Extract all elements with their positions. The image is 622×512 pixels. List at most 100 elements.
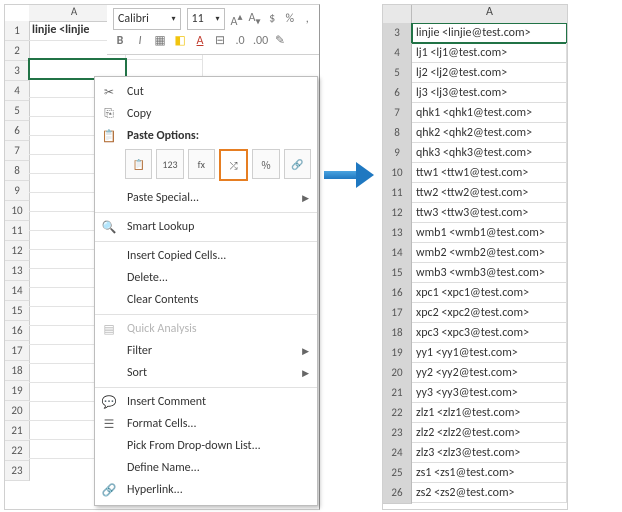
cell[interactable]: wmb2 <wmb2@test.com>	[412, 243, 567, 263]
row-header[interactable]: 5	[383, 63, 412, 84]
paste-option-formulas[interactable]: fx	[188, 149, 215, 179]
cell[interactable]: xpc2 <xpc2@test.com>	[412, 303, 567, 323]
menu-format-cells[interactable]: ☰ Format Cells...	[95, 413, 317, 435]
menu-define-name[interactable]: Define Name...	[95, 457, 317, 479]
cell[interactable]: zlz1 <zlz1@test.com>	[412, 403, 567, 423]
row-header[interactable]: 10	[383, 163, 412, 184]
font-selector[interactable]: Calibri▾	[113, 8, 181, 30]
increase-decimal-icon[interactable]: .00	[253, 34, 267, 48]
row-header[interactable]: 18	[383, 323, 412, 344]
comma-style-icon[interactable]: ,	[302, 12, 314, 26]
cell[interactable]: xpc3 <xpc3@test.com>	[412, 323, 567, 343]
row-header[interactable]: 6	[5, 121, 30, 141]
cell[interactable]: zs2 <zs2@test.com>	[412, 483, 567, 503]
row-header[interactable]: 13	[5, 261, 30, 281]
cell[interactable]: qhk2 <qhk2@test.com>	[412, 123, 567, 143]
row-header[interactable]: 21	[5, 421, 30, 441]
row-header[interactable]: 17	[5, 341, 30, 361]
percent-format-icon[interactable]: %	[284, 12, 296, 26]
row-header[interactable]: 19	[383, 343, 412, 364]
right-grid[interactable]: 3linjie <linjie@test.com>4lj1 <lj1@test.…	[383, 23, 567, 509]
row-header[interactable]: 14	[5, 281, 30, 301]
row-header[interactable]: 15	[5, 301, 30, 321]
paste-option-transpose[interactable]: ⤮	[219, 149, 248, 181]
cell[interactable]: wmb1 <wmb1@test.com>	[412, 223, 567, 243]
row-header[interactable]: 25	[383, 463, 412, 484]
menu-clear-contents[interactable]: Clear Contents	[95, 289, 317, 311]
row-header[interactable]: 22	[5, 441, 30, 461]
row-header[interactable]: 18	[5, 361, 30, 381]
row-header[interactable]: 12	[5, 241, 30, 261]
borders-icon[interactable]: ▦	[153, 33, 167, 48]
row-header[interactable]: 6	[383, 83, 412, 104]
fill-color-icon[interactable]: ◧	[173, 33, 187, 48]
accounting-format-icon[interactable]: $	[266, 12, 278, 26]
row-header[interactable]: 10	[5, 201, 30, 221]
menu-insert-copied[interactable]: Insert Copied Cells...	[95, 245, 317, 267]
cell[interactable]: ttw1 <ttw1@test.com>	[412, 163, 567, 183]
menu-delete[interactable]: Delete...	[95, 267, 317, 289]
row-header[interactable]: 5	[5, 101, 30, 121]
cell[interactable]: lj3 <lj3@test.com>	[412, 83, 567, 103]
cell[interactable]: zs1 <zs1@test.com>	[412, 463, 567, 483]
row-header[interactable]: 7	[383, 103, 412, 124]
row-header[interactable]: 22	[383, 403, 412, 424]
cell[interactable]: zlz3 <zlz3@test.com>	[412, 443, 567, 463]
cell[interactable]: yy1 <yy1@test.com>	[412, 343, 567, 363]
cell[interactable]: lj1 <lj1@test.com>	[412, 43, 567, 63]
row-header[interactable]: 23	[383, 423, 412, 444]
row-header[interactable]: 16	[5, 321, 30, 341]
cell[interactable]: qhk1 <qhk1@test.com>	[412, 103, 567, 123]
row-header[interactable]: 14	[383, 243, 412, 264]
row-header[interactable]: 4	[383, 43, 412, 64]
paste-option-formatting[interactable]: ％	[252, 149, 279, 179]
cell[interactable]: wmb3 <wmb3@test.com>	[412, 263, 567, 283]
cell[interactable]: qhk3 <qhk3@test.com>	[412, 143, 567, 163]
merge-center-icon[interactable]: ⊟	[213, 33, 227, 48]
row-header[interactable]: 24	[383, 443, 412, 464]
row-header[interactable]: 16	[383, 283, 412, 304]
row-header[interactable]: 21	[383, 383, 412, 404]
col-header-a[interactable]: A	[412, 5, 567, 23]
row-header[interactable]: 3	[5, 61, 30, 81]
cell[interactable]: zlz2 <zlz2@test.com>	[412, 423, 567, 443]
menu-filter[interactable]: Filter	[95, 340, 317, 362]
italic-icon[interactable]: I	[133, 34, 147, 48]
row-header[interactable]: 15	[383, 263, 412, 284]
format-painter-icon[interactable]: ✎	[273, 33, 287, 48]
decrease-decimal-icon[interactable]: .0	[233, 34, 247, 48]
menu-pick-from-list[interactable]: Pick From Drop-down List...	[95, 435, 317, 457]
cell[interactable]: linjie <linjie@test.com>	[412, 23, 567, 43]
menu-hyperlink[interactable]: 🔗 Hyperlink...	[95, 479, 317, 501]
row-header[interactable]: 20	[383, 363, 412, 384]
row-header[interactable]: 11	[5, 221, 30, 241]
row-header[interactable]: 13	[383, 223, 412, 244]
row-header[interactable]: 12	[383, 203, 412, 224]
menu-smart-lookup[interactable]: 🔍 Smart Lookup	[95, 216, 317, 238]
row-header[interactable]: 4	[5, 81, 30, 101]
menu-sort[interactable]: Sort	[95, 362, 317, 384]
cell[interactable]: yy3 <yy3@test.com>	[412, 383, 567, 403]
grow-font-icon[interactable]: A▴	[231, 10, 243, 29]
row-header[interactable]: 9	[5, 181, 30, 201]
cell[interactable]: xpc1 <xpc1@test.com>	[412, 283, 567, 303]
row-header[interactable]: 8	[383, 123, 412, 144]
row-header[interactable]: 26	[383, 483, 412, 504]
paste-option-paste[interactable]: 📋	[125, 149, 152, 179]
menu-copy[interactable]: ⎘ Copy	[95, 103, 317, 125]
row-header[interactable]: 19	[5, 381, 30, 401]
row-header[interactable]: 3	[383, 23, 412, 44]
cell[interactable]: yy2 <yy2@test.com>	[412, 363, 567, 383]
row-header[interactable]: 9	[383, 143, 412, 164]
menu-insert-comment[interactable]: 💬 Insert Comment	[95, 391, 317, 413]
row-header[interactable]: 8	[5, 161, 30, 181]
paste-option-values[interactable]: 123	[156, 149, 183, 179]
row-header[interactable]: 23	[5, 461, 30, 481]
menu-paste-special[interactable]: Paste Special...	[95, 187, 317, 209]
bold-icon[interactable]: B	[113, 34, 127, 48]
font-color-icon[interactable]: A	[193, 34, 207, 48]
cell[interactable]: ttw3 <ttw3@test.com>	[412, 203, 567, 223]
paste-option-link[interactable]: 🔗	[284, 149, 311, 179]
cell[interactable]: ttw2 <ttw2@test.com>	[412, 183, 567, 203]
font-size-selector[interactable]: 11▾	[187, 8, 225, 30]
